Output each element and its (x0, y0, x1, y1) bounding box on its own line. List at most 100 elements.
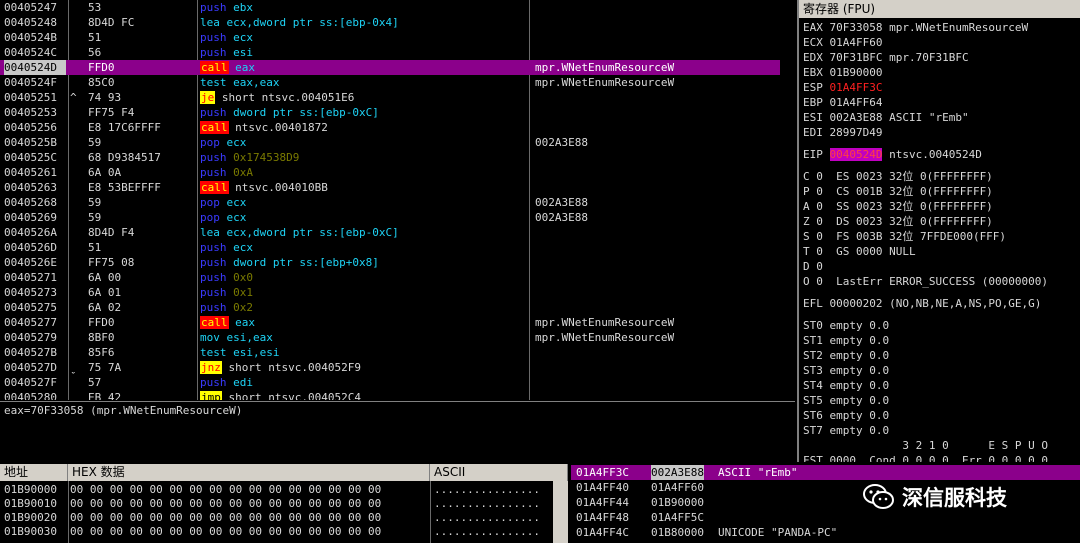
disasm-row[interactable]: 00405253 FF75 F4 push dword ptr ss:[ebp-0x… (0, 105, 780, 120)
operand: esi (233, 46, 253, 59)
disasm-row[interactable]: 0040526D 51 push ecx (0, 240, 780, 255)
instruction: jmp short ntsvc.004052C4 (200, 390, 526, 400)
disasm-row[interactable]: 0040527B 85F6 test esi,esi (0, 345, 780, 360)
register-line[interactable]: ST3 empty 0.0 (803, 363, 889, 378)
instruction: test eax,eax (200, 75, 526, 90)
register-line[interactable]: P 0 CS 001B 32位 0(FFFFFFFF) (803, 184, 993, 199)
hex-bytes: 85C0 (88, 76, 115, 89)
stack-comment: ASCII "rEmb" (718, 466, 798, 479)
disasm-row[interactable]: 00405256 E8 17C6FFFF call ntsvc.00401872 (0, 120, 780, 135)
mnemonic: push (200, 286, 227, 299)
register-line[interactable]: A 0 SS 0023 32位 0(FFFFFFFF) (803, 199, 993, 214)
register-line[interactable]: ST1 empty 0.0 (803, 333, 889, 348)
register-line[interactable]: S 0 FS 003B 32位 7FFDE000(FFF) (803, 229, 1006, 244)
register-text: S 0 FS 003B 32位 7FFDE000(FFF) (803, 230, 1007, 243)
dump-header-address[interactable]: 地址 (0, 464, 68, 481)
comment: mpr.WNetEnumResourceW (535, 61, 675, 74)
register-line[interactable]: ST2 empty 0.0 (803, 348, 889, 363)
dump-header-hex[interactable]: HEX 数据 (68, 464, 430, 481)
register-text: ST7 empty 0.0 (803, 424, 890, 437)
registers-pane[interactable]: 寄存器 (FPU) EAX 70F33058 mpr.WNetEnumResou… (797, 0, 1080, 462)
dump-scrollbar[interactable] (553, 481, 568, 543)
disasm-row[interactable]: 0040524B 51 push ecx (0, 30, 780, 45)
register-line[interactable]: FST 0000 Cond 0 0 0 0 Err 0 0 0 0 0 (803, 453, 1048, 462)
disasm-row[interactable]: 0040527F 57 push edi (0, 375, 780, 390)
register-line[interactable]: EDX 70F31BFC mpr.70F31BFC (803, 50, 969, 65)
disasm-row[interactable]: 00405271 6A 00 push 0x0 (0, 270, 780, 285)
register-line[interactable]: ST5 empty 0.0 (803, 393, 889, 408)
comment: mpr.WNetEnumResourceW (535, 316, 675, 329)
disasm-row[interactable]: 0040526A 8D4D F4 lea ecx,dword ptr ss:[ebp… (0, 225, 780, 240)
address: 00405251 (4, 91, 57, 104)
dump-header-ascii[interactable]: ASCII (430, 464, 568, 481)
stack-row[interactable]: 01A4FF4C 01B80000 UNICODE "PANDA-PC" (571, 525, 1080, 540)
address: 00405280 (4, 391, 57, 400)
register-line[interactable]: ST7 empty 0.0 (803, 423, 889, 438)
register-line[interactable]: EIP 0040524D ntsvc.0040524D (803, 147, 982, 162)
dump-hex: 00 00 00 00 00 00 00 00 00 00 00 00 00 0… (70, 497, 382, 510)
mnemonic: push (200, 256, 227, 269)
hex-dump-pane[interactable]: 地址 HEX 数据 ASCII 01B90000 00 00 00 00 00 0… (0, 464, 568, 543)
register-line[interactable]: ST4 empty 0.0 (803, 378, 889, 393)
disasm-row[interactable]: 0040527D ˬ 75 7A jnz short ntsvc.004052F9 (0, 360, 780, 375)
dump-ascii: ................ (434, 525, 540, 538)
disasm-row[interactable]: 00405248 8D4D FC lea ecx,dword ptr ss:[ebp… (0, 15, 780, 30)
hex-bytes: 53 (88, 1, 102, 14)
registers-title[interactable]: 寄存器 (FPU) (799, 0, 1080, 18)
register-line[interactable]: EBX 01B90000 (803, 65, 882, 80)
disasm-row[interactable]: 0040525C 68 D9384517 push 0x174538D9 (0, 150, 780, 165)
disasm-row[interactable]: 0040525B 59 pop ecx 002A3E88 (0, 135, 780, 150)
disasm-row[interactable]: 00405247 53 push ebx (0, 0, 780, 15)
instruction: call ntsvc.00401872 (200, 120, 526, 135)
register-line[interactable]: ST0 empty 0.0 (803, 318, 889, 333)
disasm-row[interactable]: 00405263 E8 53BEFFFF call ntsvc.004010BB (0, 180, 780, 195)
disasm-row[interactable]: 0040524C 56 push esi (0, 45, 780, 60)
hex-bytes: 6A 00 (88, 271, 122, 284)
register-text: ST6 empty 0.0 (803, 409, 890, 422)
register-line[interactable]: Z 0 DS 0023 32位 0(FFFFFFFF) (803, 214, 993, 229)
register-text: FST 0000 Cond 0 0 0 0 Err 0 0 0 0 0 (803, 454, 1049, 462)
operand: ecx,dword ptr ss:[ebp-0x4] (226, 16, 399, 29)
disasm-row[interactable]: 00405261 6A 0A push 0xA (0, 165, 780, 180)
register-line[interactable]: O 0 LastErr ERROR_SUCCESS (00000000) (803, 274, 1048, 289)
instruction: push 0x2 (200, 300, 526, 315)
disasm-row[interactable]: 00405273 6A 01 push 0x1 (0, 285, 780, 300)
register-line[interactable]: EFL 00000202 (NO,NB,NE,A,NS,PO,GE,G) (803, 296, 1041, 311)
register-line[interactable]: ECX 01A4FF60 (803, 35, 882, 50)
register-line[interactable]: EDI 28997D49 (803, 125, 882, 140)
disasm-row[interactable]: 0040524F 85C0 test eax,eax mpr.WNetEnumReso… (0, 75, 780, 90)
register-line[interactable]: C 0 ES 0023 32位 0(FFFFFFFF) (803, 169, 993, 184)
stack-address: 01A4FF4C (576, 526, 629, 539)
register-line[interactable]: ESP 01A4FF3C (803, 80, 882, 95)
disasm-row[interactable]: 00405269 59 pop ecx 002A3E88 (0, 210, 780, 225)
mnemonic: push (200, 376, 227, 389)
disassembly-pane[interactable]: 00405247 53 push ebx 00405248 8D4D FC lea ecx… (0, 0, 780, 400)
mnemonic: test (200, 76, 227, 89)
disasm-row[interactable]: 00405275 6A 02 push 0x2 (0, 300, 780, 315)
instruction: push esi (200, 45, 526, 60)
disasm-row[interactable]: 0040526E FF75 08 push dword ptr ss:[ebp+0x… (0, 255, 780, 270)
register-line[interactable]: EBP 01A4FF64 (803, 95, 882, 110)
disasm-row[interactable]: 0040524D FFD0 call eax mpr.WNetEnumResource… (0, 60, 780, 75)
register-line[interactable]: D 0 (803, 259, 823, 274)
register-line[interactable]: ST6 empty 0.0 (803, 408, 889, 423)
address: 0040525C (4, 151, 57, 164)
register-line[interactable]: EAX 70F33058 mpr.WNetEnumResourceW (803, 20, 1028, 35)
mnemonic: call (200, 181, 229, 194)
disasm-row[interactable]: 00405251 ^ 74 93 je short ntsvc.004051E6 (0, 90, 780, 105)
hex-bytes: 59 (88, 196, 102, 209)
instruction: je short ntsvc.004051E6 (200, 90, 526, 105)
register-line[interactable]: T 0 GS 0000 NULL (803, 244, 916, 259)
register-line[interactable]: 3 2 1 0 E S P U O (803, 438, 1048, 453)
disasm-row[interactable]: 00405268 59 pop ecx 002A3E88 (0, 195, 780, 210)
stack-row[interactable]: 01A4FF3C 002A3E88 ASCII "rEmb" (571, 465, 1080, 480)
mnemonic: push (200, 166, 227, 179)
disasm-row[interactable]: 00405280 EB 42 jmp short ntsvc.004052C4 (0, 390, 780, 400)
disasm-row[interactable]: 00405279 8BF0 mov esi,eax mpr.WNetEnumResou… (0, 330, 780, 345)
operand: 0x1 (233, 286, 253, 299)
disasm-row[interactable]: 00405277 FFD0 call eax mpr.WNetEnumResource… (0, 315, 780, 330)
address: 00405263 (4, 181, 57, 194)
register-line[interactable]: ESI 002A3E88 ASCII "rEmb" (803, 110, 969, 125)
address: 0040525B (4, 136, 57, 149)
operand: short ntsvc.004051E6 (221, 91, 355, 104)
